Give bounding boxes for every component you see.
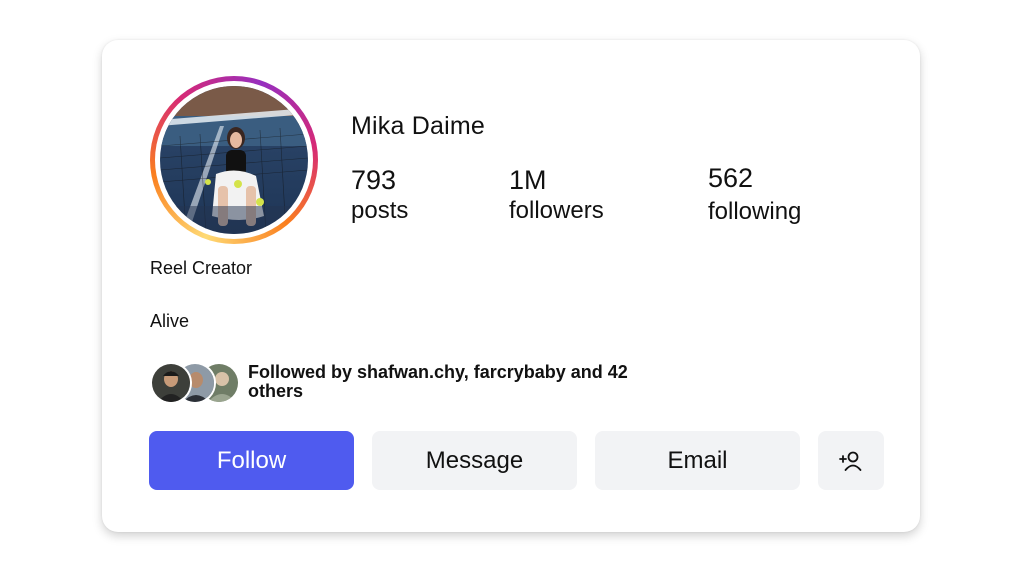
story-ring[interactable] <box>150 76 318 244</box>
stat-posts[interactable]: 793 posts <box>351 165 408 226</box>
follow-button[interactable]: Follow <box>149 431 354 490</box>
mutual-avatar <box>150 362 192 404</box>
following-label: following <box>708 198 802 225</box>
profile-card: Mika Daime 793 posts 1M followers 562 fo… <box>102 40 920 532</box>
profile-name: Mika Daime <box>351 112 485 140</box>
avatar-gap <box>155 81 313 239</box>
profile-role: Reel Creator <box>150 258 253 278</box>
followed-by-text: Followed by shafwan.chy, farcrybaby and … <box>248 362 628 401</box>
followers-label: followers <box>509 197 604 224</box>
stat-followers[interactable]: 1M followers <box>509 165 604 226</box>
followers-count: 1M <box>509 165 547 195</box>
profile-avatar <box>160 86 308 234</box>
following-count: 562 <box>708 163 754 193</box>
posts-label: posts <box>351 197 409 224</box>
add-person-icon <box>839 451 862 471</box>
profile-bio: Alive <box>150 311 190 331</box>
message-button[interactable]: Message <box>372 431 577 490</box>
followed-by-row[interactable]: Followed by shafwan.chy, farcrybaby and … <box>150 360 668 404</box>
posts-count: 793 <box>351 165 397 195</box>
stat-following[interactable]: 562 following <box>708 163 801 227</box>
email-button[interactable]: Email <box>595 431 800 490</box>
mutual-avatars <box>150 360 242 404</box>
add-friend-button[interactable] <box>818 431 884 490</box>
